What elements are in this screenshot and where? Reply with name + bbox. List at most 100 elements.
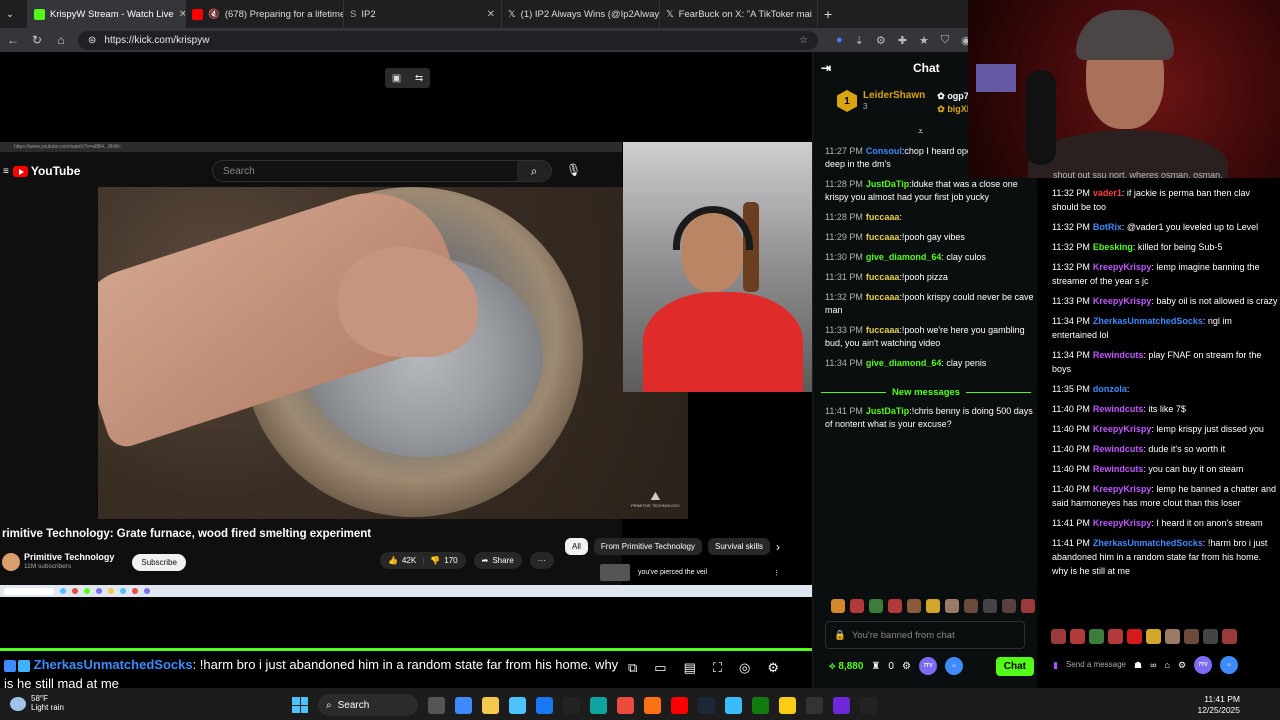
message-username[interactable]: fuccaaa bbox=[866, 272, 900, 282]
message-username[interactable]: fuccaaa bbox=[866, 292, 900, 302]
new-messages-divider[interactable]: New messages bbox=[821, 386, 1031, 398]
message-username[interactable]: Consoul bbox=[866, 146, 902, 156]
stream-progress-bar[interactable] bbox=[0, 648, 812, 651]
settings-gear-icon[interactable]: ⚙ bbox=[767, 660, 779, 676]
xbox-icon[interactable] bbox=[752, 696, 769, 714]
new-tab-button[interactable]: + bbox=[818, 0, 838, 28]
message-username[interactable]: give_diamond_64 bbox=[866, 252, 942, 262]
message-username[interactable]: KreepyKrispy bbox=[1093, 518, 1152, 528]
channel-points[interactable]: ⟡ 8,880 bbox=[829, 661, 863, 672]
app-icon[interactable] bbox=[860, 696, 877, 714]
message-username[interactable]: KreepyKrispy bbox=[1093, 484, 1152, 494]
shield-icon[interactable]: ⛉ bbox=[941, 34, 949, 47]
message-username[interactable]: give_diamond_64 bbox=[866, 358, 942, 368]
emote-icon[interactable] bbox=[1127, 629, 1142, 644]
emote-icon[interactable] bbox=[1108, 629, 1123, 644]
message-username[interactable]: ZherkasUnmatchedSocks bbox=[1093, 316, 1203, 326]
emote-icon[interactable] bbox=[1165, 629, 1180, 644]
message-username[interactable]: BotRix bbox=[1093, 222, 1122, 232]
extension-icon[interactable]: ⇣ bbox=[855, 34, 864, 47]
collapse-chat-icon[interactable]: ⇥ bbox=[821, 61, 831, 75]
emote-icon[interactable] bbox=[1021, 599, 1035, 613]
emote-icon[interactable] bbox=[1089, 629, 1104, 644]
message-username[interactable]: fuccaaa bbox=[866, 325, 900, 335]
message-username[interactable]: Rewindcuts bbox=[1093, 444, 1144, 454]
users-icon[interactable]: ☗ bbox=[1134, 660, 1142, 671]
pip-icon[interactable]: ▤ bbox=[684, 660, 696, 676]
message-username[interactable]: KreepyKrispy bbox=[1093, 296, 1152, 306]
top-gifter[interactable]: LeiderShawn 3 bbox=[863, 90, 925, 112]
close-icon[interactable]: ✕ bbox=[179, 9, 185, 20]
theater-mode-icon[interactable]: ▭ bbox=[654, 660, 666, 676]
copilot-icon[interactable] bbox=[455, 696, 472, 714]
translate-icon[interactable]: ⇆ bbox=[415, 73, 423, 84]
emote-icon[interactable] bbox=[1146, 629, 1161, 644]
emote-icon[interactable] bbox=[964, 599, 978, 613]
chat-input-banned[interactable]: 🔒 You're banned from chat bbox=[825, 621, 1025, 649]
fullscreen-icon[interactable]: ⛶ bbox=[713, 660, 722, 676]
app-icon[interactable] bbox=[779, 696, 796, 714]
emote-icon[interactable] bbox=[1222, 629, 1237, 644]
extensions-puzzle-icon[interactable]: ✚ bbox=[898, 34, 907, 47]
emote-icon[interactable] bbox=[1070, 629, 1085, 644]
send-message-input[interactable]: Send a message bbox=[1066, 660, 1126, 670]
youtube-icon[interactable] bbox=[671, 696, 688, 714]
obs-icon[interactable] bbox=[833, 696, 850, 714]
file-explorer-icon[interactable] bbox=[482, 696, 499, 714]
store-icon[interactable]: ⌂ bbox=[1165, 660, 1170, 670]
steam-icon[interactable] bbox=[698, 696, 715, 714]
emote-icon[interactable] bbox=[1002, 599, 1016, 613]
emote-icon[interactable] bbox=[945, 599, 959, 613]
facebook-icon[interactable] bbox=[536, 696, 553, 714]
clip-icon[interactable]: ⧉ bbox=[628, 660, 637, 676]
message-username[interactable]: Rewindcuts bbox=[1093, 464, 1144, 474]
site-info-icon[interactable]: ⊜ bbox=[88, 35, 96, 46]
settings-gear-icon[interactable]: ⚙ bbox=[1178, 660, 1186, 671]
brave-icon[interactable] bbox=[644, 696, 661, 714]
chrome-icon[interactable] bbox=[617, 696, 634, 714]
message-username[interactable]: Rewindcuts bbox=[1093, 404, 1144, 414]
pinned-expand-icon[interactable]: ⩡ bbox=[918, 126, 923, 137]
edge-icon[interactable] bbox=[590, 696, 607, 714]
emote-picker-icon[interactable]: ☺ bbox=[944, 657, 963, 675]
amazon-icon[interactable] bbox=[563, 696, 580, 714]
tab-kick[interactable]: KrispyW Stream - Watch Live ✕ bbox=[28, 0, 186, 28]
message-username[interactable]: ZherkasUnmatchedSocks bbox=[1093, 538, 1203, 548]
reload-icon[interactable]: ↻ bbox=[30, 33, 44, 47]
emote-icon[interactable] bbox=[831, 599, 845, 613]
emote-icon[interactable] bbox=[926, 599, 940, 613]
back-arrow-icon[interactable]: ← bbox=[6, 33, 20, 47]
tab-search-button[interactable]: ⌄ bbox=[0, 0, 28, 28]
emote-icon[interactable] bbox=[983, 599, 997, 613]
close-icon[interactable]: ✕ bbox=[487, 9, 495, 20]
layout-icon[interactable]: ▣ bbox=[392, 73, 401, 84]
link-icon[interactable]: ∞ bbox=[1150, 660, 1156, 670]
taskbar-search[interactable]: ⌕ Search bbox=[318, 694, 418, 716]
emote-picker-icon[interactable]: ☺ bbox=[1220, 656, 1239, 674]
message-username[interactable]: JustDaTip bbox=[866, 406, 909, 416]
message-username[interactable]: vader1 bbox=[1093, 188, 1122, 198]
tab-twitter-ip2[interactable]: 𝕏 (1) IP2 Always Wins (@Ip2AlwaysW ✕ bbox=[502, 0, 660, 28]
chat-mode-icon[interactable]: ▮ bbox=[1053, 660, 1058, 671]
tab-youtube[interactable]: 🔇 (678) Preparing for a lifetime ✕ bbox=[186, 0, 344, 28]
store-icon[interactable] bbox=[509, 696, 526, 714]
message-username[interactable]: fuccaaa bbox=[866, 212, 900, 222]
emote-icon[interactable] bbox=[869, 599, 883, 613]
favorites-icon[interactable]: ★ bbox=[919, 34, 929, 47]
emote-icon[interactable] bbox=[1184, 629, 1199, 644]
stream-player[interactable]: ▣ ⇆ https://www.youtube.com/watch?v=a8B4… bbox=[0, 52, 812, 691]
message-username[interactable]: Rewindcuts bbox=[1093, 350, 1144, 360]
quality-icon[interactable]: ◎ bbox=[739, 660, 750, 676]
url-input[interactable]: ⊜ https://kick.com/krispyw ☆ bbox=[78, 30, 818, 50]
task-view-icon[interactable] bbox=[428, 696, 445, 714]
message-username[interactable]: donzola bbox=[1093, 384, 1127, 394]
app-icon[interactable] bbox=[806, 696, 823, 714]
leaderboard-icon[interactable]: ♜ bbox=[871, 661, 880, 672]
system-clock[interactable]: 11:41 PM 12/25/2025 bbox=[1197, 694, 1240, 717]
weather-widget[interactable]: 58°F Light rain bbox=[10, 694, 64, 713]
7tv-icon[interactable]: 7TV bbox=[1194, 656, 1213, 674]
home-icon[interactable]: ⌂ bbox=[54, 33, 68, 47]
extension-icon[interactable]: ⚙ bbox=[876, 34, 886, 47]
message-username[interactable]: JustDaTip bbox=[866, 179, 909, 189]
chat-send-button[interactable]: Chat bbox=[995, 656, 1034, 676]
